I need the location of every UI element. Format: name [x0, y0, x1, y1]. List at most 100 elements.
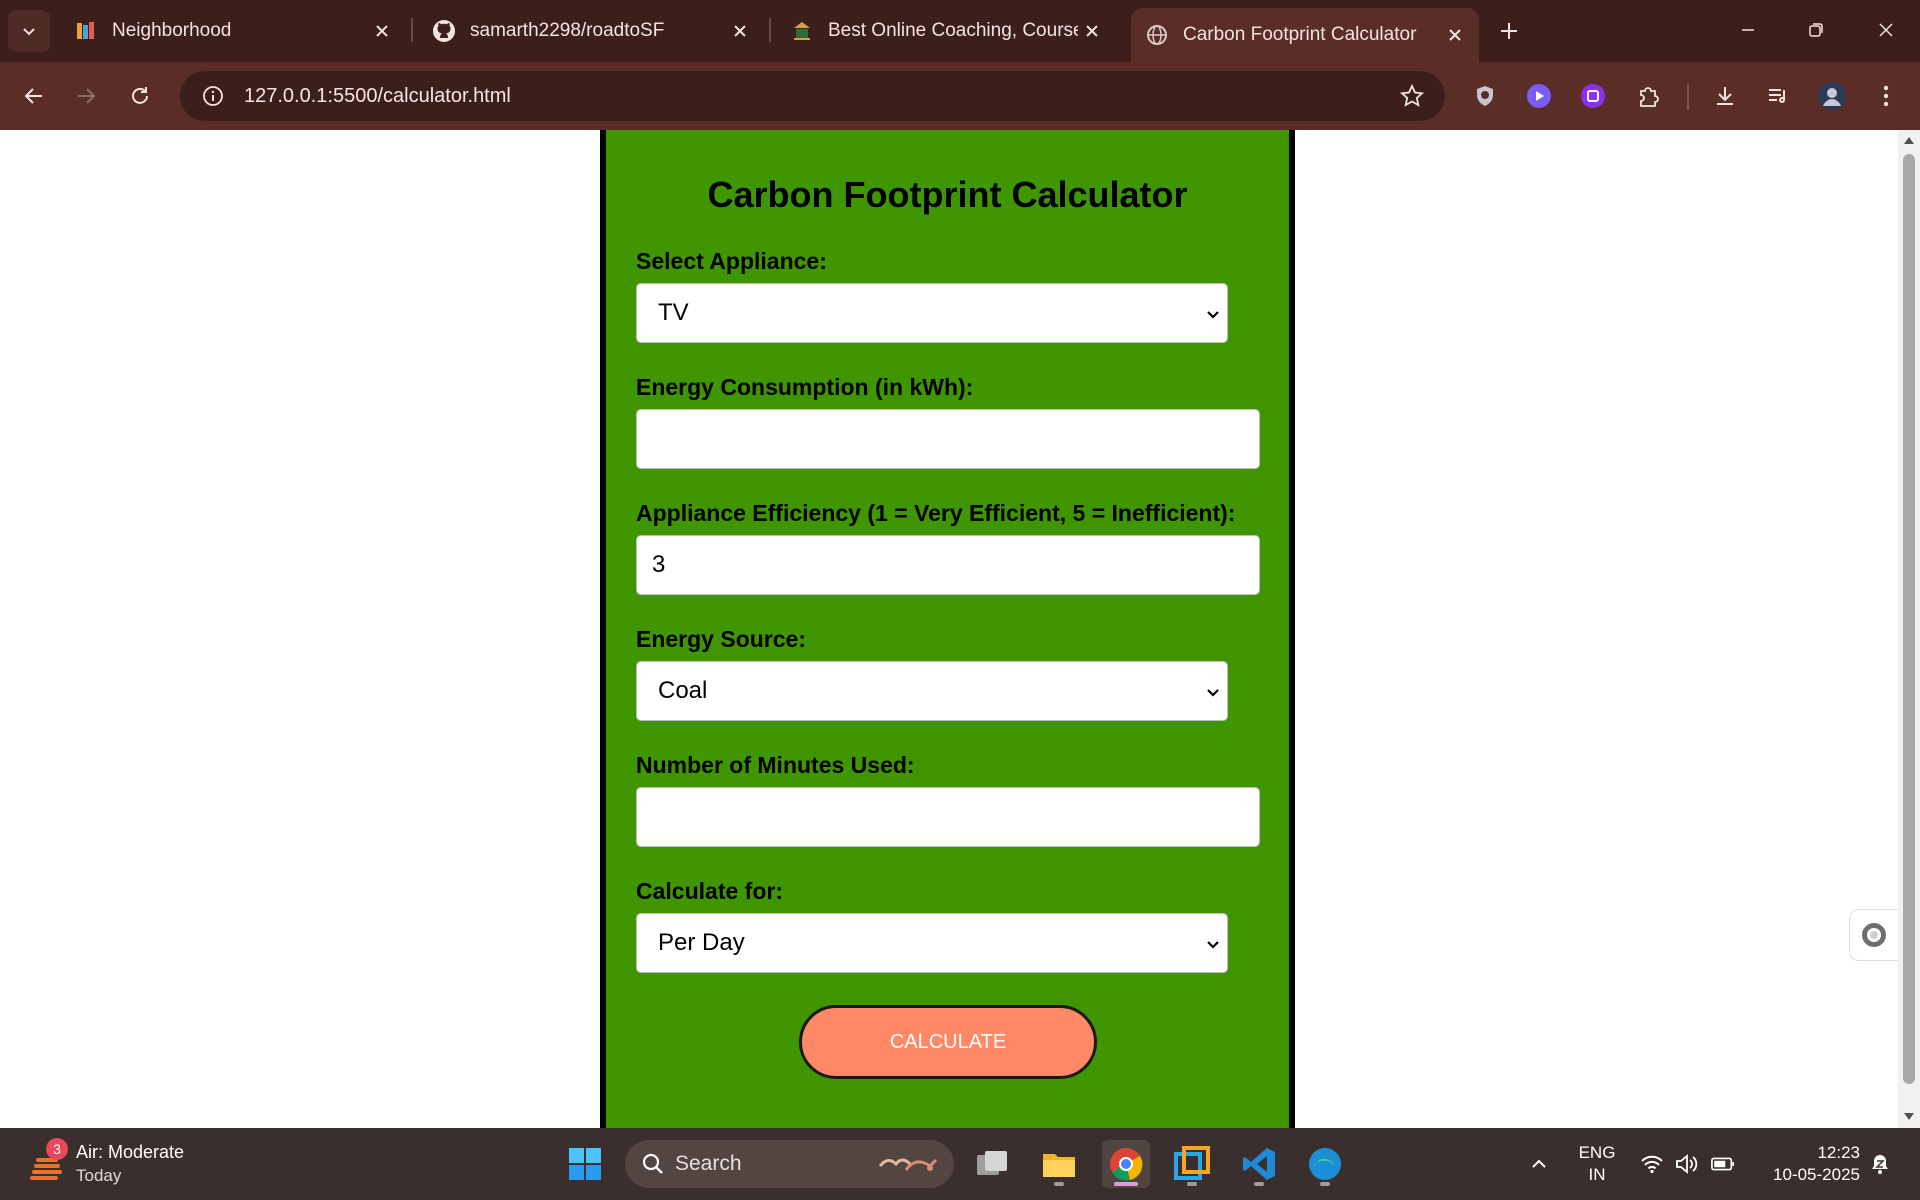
- birds-search-highlight-icon: [878, 1158, 938, 1171]
- minutes-used-label: Number of Minutes Used:: [636, 752, 915, 778]
- minutes-used-input[interactable]: [636, 787, 1260, 847]
- weather-subtitle: Today: [76, 1166, 122, 1185]
- appliance-select[interactable]: TV: [636, 283, 1228, 343]
- scroll-thumb[interactable]: [1903, 154, 1915, 1084]
- reload-icon: [132, 87, 148, 104]
- tab-carbon-calculator[interactable]: Carbon Footprint Calculator: [1131, 8, 1479, 62]
- url-text: 127.0.0.1:5500/calculator.html: [244, 84, 511, 107]
- books-icon: [74, 19, 98, 43]
- system-clock[interactable]: 12:23 10-05-2025: [1750, 1142, 1860, 1186]
- purple-extension-icon[interactable]: [1575, 78, 1611, 114]
- battery-icon[interactable]: [1711, 1152, 1735, 1176]
- page-viewport: Carbon Footprint Calculator Select Appli…: [0, 130, 1898, 1128]
- tab-title: Carbon Footprint Calculator: [1183, 24, 1417, 45]
- close-icon[interactable]: [368, 17, 396, 45]
- coaching-site-icon: [790, 19, 814, 43]
- toolbar-divider: [1687, 84, 1689, 110]
- browser-toolbar: 127.0.0.1:5500/calculator.html: [0, 62, 1920, 130]
- close-icon[interactable]: [1441, 21, 1469, 49]
- tab-neighborhood[interactable]: Neighborhood: [60, 10, 406, 52]
- taskbar-chrome[interactable]: [1102, 1140, 1150, 1188]
- taskbar-search[interactable]: Search: [625, 1140, 954, 1188]
- globe-icon: [1145, 23, 1169, 47]
- tab-strip: Neighborhood samarth2298/roadtoSF Best O…: [0, 0, 1920, 62]
- taskbar-task-view[interactable]: [968, 1140, 1016, 1188]
- efficiency-input[interactable]: 3: [636, 535, 1260, 595]
- remote-desktop-icon: [1174, 1146, 1210, 1180]
- menu-kebab-icon[interactable]: [1868, 78, 1904, 114]
- taskbar-remote-app[interactable]: [1168, 1140, 1216, 1188]
- show-hidden-icons-chevron-up-icon[interactable]: [1527, 1152, 1551, 1176]
- calculate-for-select[interactable]: Per Day: [636, 913, 1228, 973]
- taskbar-edge[interactable]: [1301, 1140, 1349, 1188]
- energy-source-label: Energy Source:: [636, 626, 806, 652]
- notification-bell-icon[interactable]: [1868, 1152, 1892, 1176]
- minimize-button[interactable]: [1724, 10, 1772, 50]
- puzzle-extensions-icon[interactable]: [1630, 78, 1666, 114]
- notification-badge: 3: [46, 1138, 68, 1160]
- appliance-selected-value: TV: [658, 299, 689, 326]
- close-icon[interactable]: [1078, 17, 1106, 45]
- active-indicator: [1114, 1182, 1138, 1186]
- back-button[interactable]: [16, 78, 52, 114]
- profile-avatar-icon[interactable]: [1814, 78, 1850, 114]
- language-indicator[interactable]: ENG IN: [1572, 1142, 1622, 1186]
- tab-separator: [769, 18, 771, 42]
- bookmark-star-icon[interactable]: [1399, 83, 1425, 109]
- chrome-icon: [1110, 1148, 1143, 1181]
- start-button[interactable]: [561, 1140, 609, 1188]
- tab-title: Best Online Coaching, Courses f: [828, 20, 1078, 41]
- energy-consumption-label: Energy Consumption (in kWh):: [636, 374, 974, 400]
- running-indicator: [1320, 1182, 1330, 1186]
- copilot-ring-icon: [1862, 923, 1886, 947]
- volume-icon[interactable]: [1675, 1152, 1699, 1176]
- page-scrollbar[interactable]: [1898, 130, 1920, 1128]
- search-icon: [642, 1153, 663, 1174]
- download-icon[interactable]: [1707, 78, 1743, 114]
- scroll-down-arrow-icon[interactable]: [1903, 1110, 1915, 1122]
- reload-button[interactable]: [122, 78, 158, 114]
- arrow-right-icon: [78, 88, 96, 104]
- side-panel-widget[interactable]: [1849, 909, 1898, 961]
- scroll-up-arrow-icon[interactable]: [1903, 135, 1915, 147]
- vscode-icon: [1243, 1148, 1275, 1180]
- language-code: ENG: [1578, 1143, 1616, 1162]
- tab-search-button[interactable]: [8, 10, 50, 52]
- taskbar-file-explorer[interactable]: [1035, 1140, 1083, 1188]
- search-label: Search: [675, 1152, 742, 1175]
- windows-logo-icon: [569, 1148, 601, 1180]
- forward-button[interactable]: [68, 78, 104, 114]
- minimize-icon: [1742, 29, 1754, 31]
- restore-button[interactable]: [1792, 10, 1840, 50]
- tab-coaching[interactable]: Best Online Coaching, Courses f: [776, 10, 1116, 52]
- tab-github[interactable]: samarth2298/roadtoSF: [418, 10, 764, 52]
- appliance-label: Select Appliance:: [636, 248, 827, 274]
- shield-extension-icon[interactable]: [1467, 78, 1503, 114]
- running-indicator: [1054, 1182, 1064, 1186]
- edge-icon: [1309, 1148, 1341, 1180]
- folder-icon: [1043, 1154, 1075, 1177]
- tab-title: samarth2298/roadtoSF: [470, 20, 665, 41]
- tab-title: Neighborhood: [112, 20, 232, 41]
- media-queue-icon[interactable]: [1760, 78, 1796, 114]
- chevron-down-icon: [1207, 689, 1219, 697]
- play-extension-icon[interactable]: [1521, 78, 1557, 114]
- energy-source-select[interactable]: Coal: [636, 661, 1228, 721]
- arrow-left-icon: [24, 88, 42, 104]
- new-tab-button[interactable]: [1492, 14, 1526, 48]
- running-indicator: [1254, 1182, 1264, 1186]
- wifi-icon[interactable]: [1640, 1152, 1664, 1176]
- weather-title: Air: Moderate: [76, 1142, 185, 1162]
- page-title: Carbon Footprint Calculator: [707, 174, 1188, 215]
- chevron-down-icon: [23, 28, 35, 36]
- taskbar-vscode[interactable]: [1235, 1140, 1283, 1188]
- calculator-card: Carbon Footprint Calculator Select Appli…: [600, 130, 1295, 1128]
- energy-consumption-input[interactable]: [636, 409, 1260, 469]
- site-info-icon[interactable]: [188, 71, 238, 121]
- calculate-for-selected-value: Per Day: [658, 929, 745, 956]
- tab-separator: [411, 18, 413, 42]
- address-bar[interactable]: 127.0.0.1:5500/calculator.html: [180, 71, 1445, 121]
- close-window-button[interactable]: [1862, 10, 1910, 50]
- calculate-button[interactable]: CALCULATE: [799, 1005, 1097, 1079]
- close-icon[interactable]: [726, 17, 754, 45]
